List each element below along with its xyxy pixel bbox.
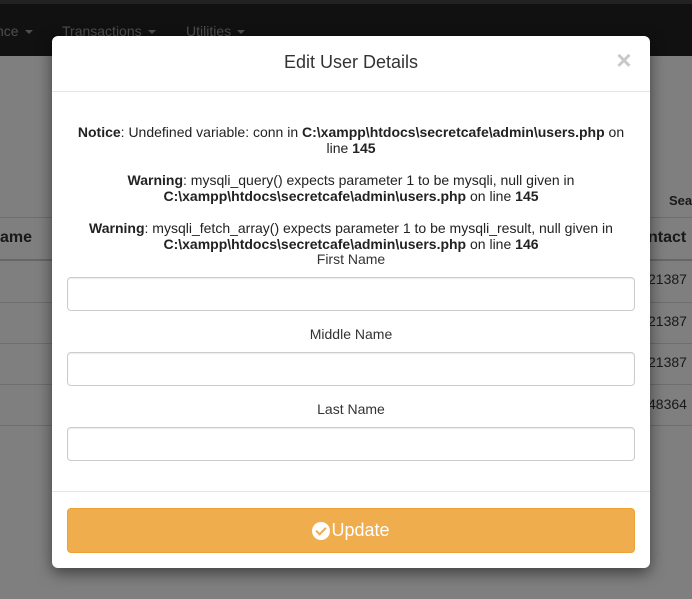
php-warning-message: Warning: mysqli_fetch_array() expects pa… — [89, 220, 613, 252]
middle-name-input[interactable] — [67, 352, 635, 386]
close-button[interactable]: × — [614, 47, 634, 73]
modal-footer: Update — [52, 491, 650, 568]
php-notice-message: Notice: Undefined variable: conn in C:\x… — [77, 124, 625, 156]
first-name-input[interactable] — [67, 277, 635, 311]
modal-header: Edit User Details × — [52, 36, 650, 92]
last-name-input[interactable] — [67, 427, 635, 461]
modal-title: Edit User Details — [283, 52, 419, 72]
first-name-label: First Name — [316, 251, 386, 267]
update-button[interactable]: Update — [67, 508, 635, 553]
edit-user-modal: Edit User Details × Notice: Undefined va… — [52, 36, 650, 568]
check-circle-icon — [312, 521, 331, 540]
php-warning-message: Warning: mysqli_query() expects paramete… — [127, 172, 575, 204]
php-error-messages: Notice: Undefined variable: conn in C:\x… — [67, 124, 635, 252]
middle-name-label: Middle Name — [309, 326, 393, 342]
last-name-label: Last Name — [317, 401, 385, 417]
update-button-label: Update — [331, 520, 390, 540]
